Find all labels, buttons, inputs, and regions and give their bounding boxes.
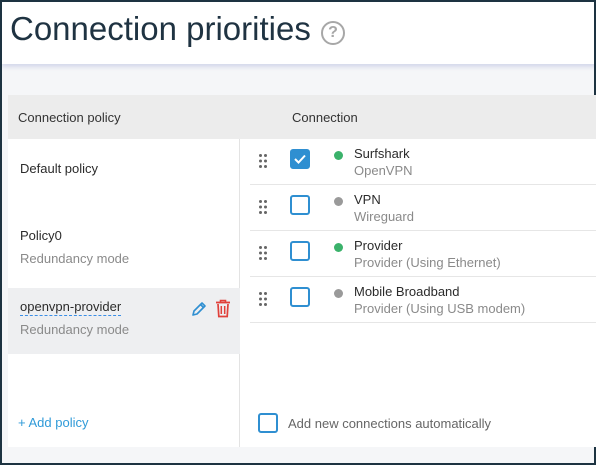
policy-list: Default policy Policy0 Redundancy mode o… <box>8 139 240 447</box>
connection-name: Provider <box>354 238 403 253</box>
auto-add-connections-toggle[interactable]: Add new connections automatically <box>258 413 491 433</box>
connection-checkbox[interactable] <box>290 241 310 261</box>
help-icon[interactable]: ? <box>321 21 345 45</box>
delete-trash-icon[interactable] <box>215 299 231 318</box>
connection-type: OpenVPN <box>354 163 413 178</box>
policy-item-openvpn-provider[interactable]: openvpn-provider Redundancy mode <box>8 288 240 354</box>
page-header: Connection priorities ? <box>2 2 594 64</box>
policy-mode: Redundancy mode <box>20 322 130 337</box>
connection-name: VPN <box>354 192 381 207</box>
auto-add-checkbox[interactable] <box>258 413 278 433</box>
connection-row-surfshark[interactable]: Surfshark OpenVPN <box>250 139 596 185</box>
connection-type: Provider (Using Ethernet) <box>354 255 501 270</box>
policy-name: Default policy <box>20 161 99 176</box>
drag-handle-icon[interactable] <box>258 291 268 307</box>
priorities-panel: Connection policy Connection Default pol… <box>8 95 596 447</box>
connection-checkbox[interactable] <box>290 195 310 215</box>
policy-name-link[interactable]: openvpn-provider <box>20 299 122 316</box>
status-dot-offline <box>334 289 343 298</box>
auto-add-label: Add new connections automatically <box>288 415 492 431</box>
connection-row-vpn[interactable]: VPN Wireguard <box>250 185 596 231</box>
policy-mode: Redundancy mode <box>20 251 130 266</box>
page-title: Connection priorities <box>10 10 311 47</box>
connection-checkbox[interactable] <box>290 287 310 307</box>
status-dot-online <box>334 243 343 252</box>
connection-type: Wireguard <box>354 209 414 224</box>
column-header-policy: Connection policy <box>8 95 240 139</box>
connection-row-mobile-broadband[interactable]: Mobile Broadband Provider (Using USB mod… <box>250 277 596 323</box>
policy-item-default[interactable]: Default policy <box>8 161 240 176</box>
drag-handle-icon[interactable] <box>258 199 268 215</box>
connection-name: Surfshark <box>354 146 410 161</box>
drag-handle-icon[interactable] <box>258 153 268 169</box>
status-dot-online <box>334 151 343 160</box>
connection-type: Provider (Using USB modem) <box>354 301 526 316</box>
column-header-connection: Connection <box>240 95 596 139</box>
edit-pencil-icon[interactable] <box>190 300 208 318</box>
connection-row-provider[interactable]: Provider Provider (Using Ethernet) <box>250 231 596 277</box>
policy-item-policy0[interactable]: Policy0 Redundancy mode <box>8 228 240 266</box>
checkmark-icon <box>294 154 306 164</box>
drag-handle-icon[interactable] <box>258 245 268 261</box>
policy-name: Policy0 <box>20 228 62 243</box>
status-dot-offline <box>334 197 343 206</box>
connection-name: Mobile Broadband <box>354 284 460 299</box>
add-policy-link[interactable]: + Add policy <box>18 415 88 430</box>
connection-checkbox[interactable] <box>290 149 310 169</box>
